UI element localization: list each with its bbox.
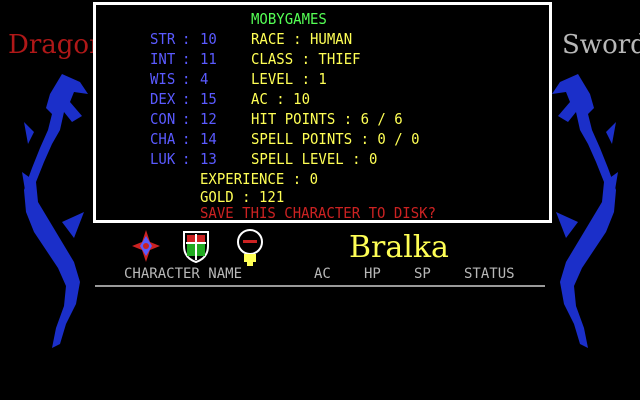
info-race: RACE : HUMAN <box>251 31 353 49</box>
stat-dex-name: DEX <box>150 91 176 109</box>
stat-colon: : <box>182 151 191 169</box>
column-ac: AC <box>314 266 331 282</box>
info-spell-points: SPELL POINTS : 0 / 0 <box>251 131 420 149</box>
stat-int-value: 11 <box>200 51 217 69</box>
title-sword: Sword <box>562 30 640 60</box>
stat-wis-name: WIS <box>150 71 176 89</box>
info-hit-points: HIT POINTS : 6 / 6 <box>251 111 403 129</box>
dragon-right-icon <box>552 74 618 348</box>
stat-luk-value: 13 <box>200 151 217 169</box>
column-hp: HP <box>364 266 381 282</box>
party-divider <box>95 285 545 287</box>
stat-colon: : <box>182 131 191 149</box>
stat-cha-value: 14 <box>200 131 217 149</box>
stat-con-name: CON <box>150 111 176 129</box>
stat-int-name: INT <box>150 51 176 69</box>
panel-header: MOBYGAMES <box>251 11 327 29</box>
title-dragon: Dragon <box>8 30 106 60</box>
stat-dex-value: 15 <box>200 91 217 109</box>
stat-str-name: STR <box>150 31 176 49</box>
selected-character-name: Bralka <box>349 230 449 265</box>
stat-colon: : <box>182 111 191 129</box>
stat-con-value: 12 <box>200 111 217 129</box>
stat-colon: : <box>182 91 191 109</box>
stat-colon: : <box>182 71 191 89</box>
column-character-name: CHARACTER NAME <box>124 266 243 282</box>
character-panel: MOBYGAMES STR INT WIS DEX CON CHA LUK : … <box>93 2 552 223</box>
info-class: CLASS : THIEF <box>251 51 361 69</box>
info-level: LEVEL : 1 <box>251 71 327 89</box>
stat-luk-name: LUK <box>150 151 176 169</box>
column-sp: SP <box>414 266 431 282</box>
stat-colon: : <box>182 31 191 49</box>
compass-icon[interactable] <box>130 228 162 264</box>
shield-icon[interactable] <box>182 228 210 264</box>
stat-str-value: 10 <box>200 31 217 49</box>
stat-colon: : <box>182 51 191 69</box>
info-spell-level: SPELL LEVEL : 0 <box>251 151 378 169</box>
lamp-icon[interactable] <box>234 228 266 268</box>
stat-cha-name: CHA <box>150 131 176 149</box>
dragon-left-icon <box>22 74 88 348</box>
stat-wis-value: 4 <box>200 71 209 89</box>
column-status: STATUS <box>464 266 515 282</box>
info-ac: AC : 10 <box>251 91 311 109</box>
save-prompt[interactable]: SAVE THIS CHARACTER TO DISK? <box>200 204 436 225</box>
